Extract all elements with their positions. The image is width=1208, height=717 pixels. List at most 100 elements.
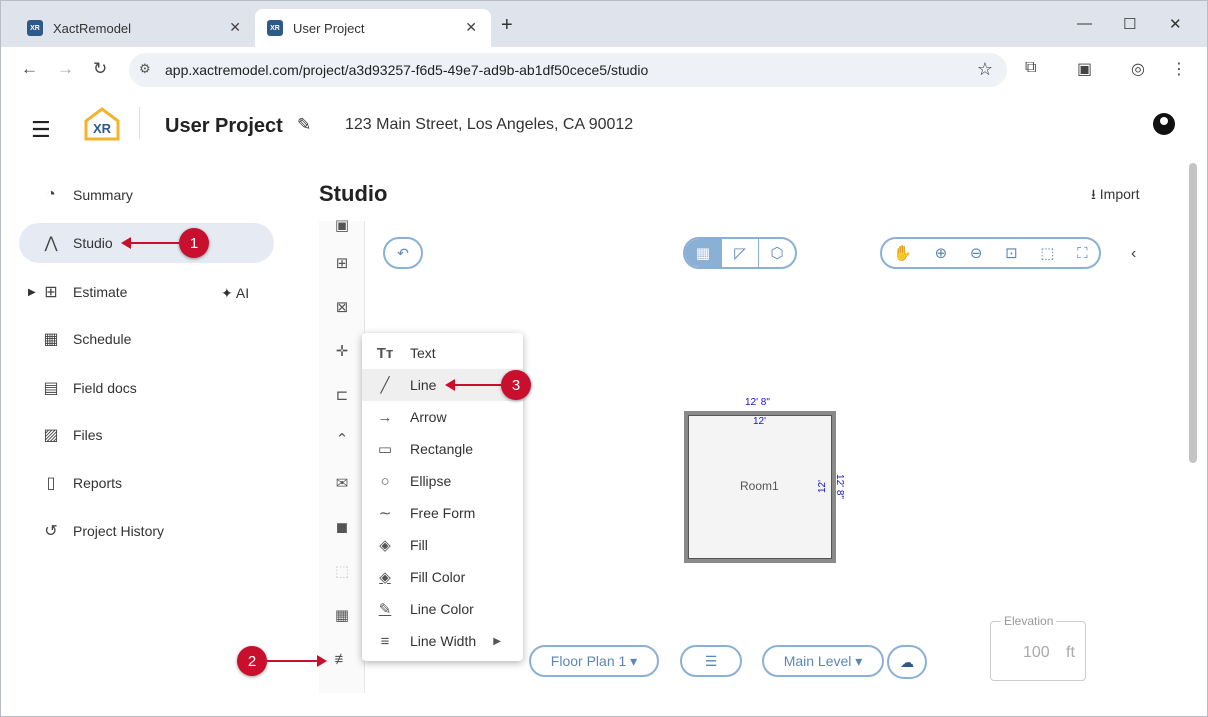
window-tool-icon[interactable]: ⊞	[329, 251, 355, 277]
collapse-panel-icon[interactable]: ‹	[1131, 245, 1136, 263]
sidebar-item-field-docs[interactable]: ▤ Field docs	[19, 368, 274, 408]
calculator-tool-icon[interactable]: ▦	[329, 603, 355, 629]
menu-item-free-form[interactable]: ∼ Free Form	[362, 497, 523, 529]
stairs-tool-icon[interactable]: ⊏	[329, 383, 355, 409]
menu-item-line-color[interactable]: ✎ Line Color	[362, 593, 523, 625]
forward-icon[interactable]: →	[57, 59, 74, 79]
menu-item-fill[interactable]: ◈ Fill	[362, 529, 523, 561]
sidebar-item-summary[interactable]: ◔ Summary	[19, 175, 274, 215]
sidebar-item-label: Reports	[73, 475, 123, 491]
tab-search-icon[interactable]: ▣	[1077, 59, 1092, 79]
floor-plan-dropdown[interactable]: Floor Plan 1 ▾	[529, 645, 659, 677]
back-icon[interactable]: ←	[21, 59, 38, 79]
page-scrollbar[interactable]	[1189, 163, 1197, 463]
dropdown-caret-icon: ▾	[855, 652, 863, 669]
import-label: Import	[1099, 186, 1140, 202]
shapes-tool-icon[interactable]: ◼	[329, 515, 355, 541]
3d-view-icon[interactable]: ⬡	[759, 239, 795, 267]
menu-item-line-width[interactable]: ≡ Line Width ▶	[362, 625, 523, 657]
menu-item-text[interactable]: Tт Text	[362, 337, 523, 369]
sidebar-item-label: Studio	[73, 235, 113, 251]
text-icon: Tт	[376, 344, 394, 362]
envelope-tool-icon[interactable]: ✉	[329, 471, 355, 497]
minimize-icon[interactable]: —	[1077, 15, 1092, 32]
view-mode-toggle: ▦ ◸ ⬡	[683, 237, 797, 269]
elevation-view-icon[interactable]: ◸	[722, 239, 759, 267]
menu-item-label: Ellipse	[410, 473, 452, 489]
annotation-menu: Tт Text ╱ Line → Arrow ▭ Rectangle ○ Ell…	[362, 333, 523, 661]
undo-button[interactable]: ↶	[383, 237, 423, 269]
bookmark-star-icon[interactable]: ☆	[977, 59, 993, 80]
menu-item-label: Line Width	[410, 633, 477, 649]
site-info-icon[interactable]: ⚙	[139, 61, 151, 77]
callout-arrow	[445, 379, 501, 391]
sidebar-item-files[interactable]: ▨ Files	[19, 415, 274, 455]
calculator-icon: ⊞	[44, 284, 58, 301]
close-window-icon[interactable]: ✕	[1169, 15, 1182, 33]
wall-tool-icon[interactable]: ▣	[329, 213, 355, 239]
callout-badge: 2	[237, 646, 267, 676]
ellipse-icon: ○	[380, 472, 390, 490]
address-bar[interactable]: ⚙ app.xactremodel.com/project/a3d93257-f…	[129, 53, 1007, 87]
close-tab-icon[interactable]: ✕	[229, 19, 241, 36]
zoom-fit-icon[interactable]: ⊡	[1005, 244, 1018, 262]
level-dropdown[interactable]: Main Level ▾	[762, 645, 884, 677]
sidebar-item-project-history[interactable]: ↺ Project History	[19, 511, 274, 551]
xr-logo-icon: XR	[84, 107, 120, 141]
profile-icon[interactable]: ◎	[1131, 59, 1145, 79]
select-tool-icon[interactable]: ⬚	[329, 559, 355, 585]
elevation-unit: ft	[1066, 644, 1075, 661]
sidebar-item-label: Estimate	[73, 284, 128, 300]
submenu-arrow-icon: ▶	[493, 635, 501, 647]
zoom-in-icon[interactable]: ⊕	[935, 244, 948, 262]
sidebar-item-label: Project History	[73, 523, 165, 539]
settings-sliders-button[interactable]: ☰	[680, 645, 742, 677]
menu-item-label: Line Color	[410, 601, 474, 617]
menu-item-fill-color[interactable]: ◈ Fill Color	[362, 561, 523, 593]
split-tool-icon[interactable]: ✛	[329, 339, 355, 365]
tab-label: XactRemodel	[53, 20, 132, 36]
hamburger-menu-icon[interactable]: ☰	[31, 117, 51, 143]
elevation-field[interactable]: Elevation 100 ft	[990, 614, 1086, 681]
menu-item-rectangle[interactable]: ▭ Rectangle	[362, 433, 523, 465]
dimension-inner-top: 12'	[753, 416, 767, 427]
cloud-upload-button[interactable]: ☁	[887, 645, 927, 679]
browser-toolbar: ← → ↻ ⚙ app.xactremodel.com/project/a3d9…	[1, 47, 1207, 93]
line-icon: ╱	[380, 377, 390, 394]
sidebar-item-reports[interactable]: ▯ Reports	[19, 463, 274, 503]
menu-item-arrow[interactable]: → Arrow	[362, 401, 523, 433]
annotate-tool-icon[interactable]: ≢	[329, 647, 355, 673]
calendar-icon: ▦	[43, 331, 59, 348]
vertical-toolbar: ▣ ⊞ ⊠ ✛ ⊏ ⌃ ✉ ◼ ⬚ ▦ ≢	[319, 217, 365, 693]
app-area: ☰ XR User Project ✎ 123 Main Street, Los…	[1, 93, 1207, 716]
pan-hand-icon[interactable]: ✋	[893, 244, 912, 262]
import-button[interactable]: ⭳ Import	[1091, 184, 1139, 208]
zoom-selection-icon[interactable]: ⬚	[1040, 244, 1054, 262]
new-tab-icon[interactable]: +	[501, 14, 513, 37]
maximize-icon[interactable]: ☐	[1123, 15, 1136, 33]
floorplan-view-icon[interactable]: ▦	[685, 239, 722, 267]
arrow-icon: →	[377, 408, 393, 426]
tab-xactremodel[interactable]: XR XactRemodel ✕	[15, 9, 255, 47]
elevation-value: 100	[1023, 644, 1050, 661]
close-tab-icon[interactable]: ✕	[465, 19, 477, 36]
sidebar-item-schedule[interactable]: ▦ Schedule	[19, 319, 274, 359]
zoom-out-icon[interactable]: ⊖	[970, 244, 983, 262]
menu-item-ellipse[interactable]: ○ Ellipse	[362, 465, 523, 497]
url-text: app.xactremodel.com/project/a3d93257-f6d…	[165, 62, 649, 78]
roof-tool-icon[interactable]: ⌃	[329, 427, 355, 453]
fill-color-icon: ◈	[379, 569, 391, 586]
room-label: Room1	[740, 479, 779, 493]
more-menu-icon[interactable]: ⋮	[1171, 59, 1187, 79]
account-icon[interactable]	[1153, 113, 1175, 135]
tab-user-project[interactable]: XR User Project ✕	[255, 9, 491, 47]
level-label: Main Level	[783, 653, 852, 669]
delete-tool-icon[interactable]: ⊠	[329, 295, 355, 321]
ai-button[interactable]: ✦ AI	[221, 285, 249, 302]
reload-icon[interactable]: ↻	[93, 59, 107, 79]
fullscreen-icon[interactable]: ⛶	[1077, 245, 1088, 262]
ai-label: AI	[235, 285, 250, 301]
menu-item-label: Free Form	[410, 505, 476, 521]
edit-pencil-icon[interactable]: ✎	[297, 115, 311, 135]
extensions-icon[interactable]: ⧉	[1025, 59, 1036, 77]
